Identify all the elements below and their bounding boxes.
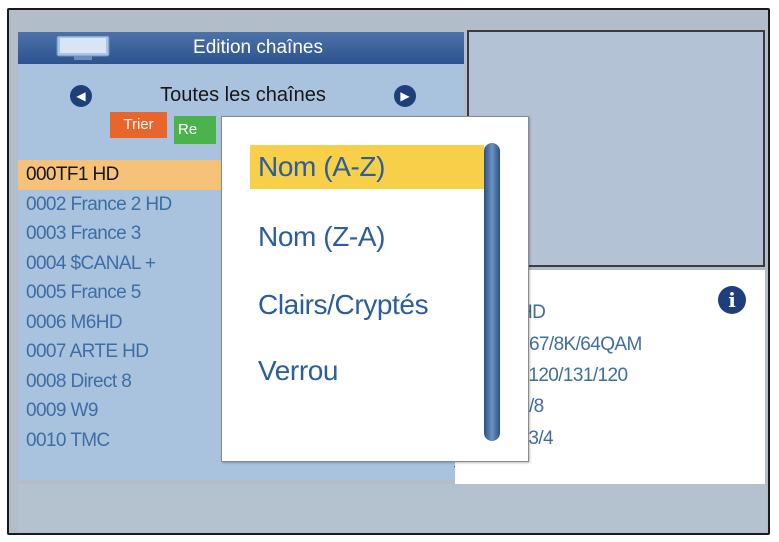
left-arrow-icon[interactable]: ◀ [70,85,92,107]
bottom-status-bar [18,484,766,532]
info-line: 167/8K/64QAM [519,334,642,355]
sort-option-name-desc[interactable]: Nom (Z-A) [250,215,484,259]
sort-option-lock[interactable]: Verrou [250,349,484,393]
sort-menu-popup: Nom (A-Z) Nom (Z-A) Clairs/Cryptés Verro… [221,116,529,462]
sort-button[interactable]: Trier [110,112,167,138]
title-bar: Edition chaînes [18,32,464,64]
channel-group-selector[interactable]: Toutes les chaînes [98,80,388,110]
green-action-button[interactable]: Re [174,116,216,144]
tv-icon [56,36,110,60]
right-arrow-icon[interactable]: ▶ [394,85,416,107]
menu-scrollbar[interactable] [484,143,500,441]
info-icon[interactable]: i [718,286,746,314]
info-line: : 120/131/120 [519,365,628,386]
page-title: Edition chaînes [193,37,323,58]
sort-option-name-asc[interactable]: Nom (A-Z) [250,145,484,189]
sort-option-encryption[interactable]: Clairs/Cryptés [250,283,484,327]
